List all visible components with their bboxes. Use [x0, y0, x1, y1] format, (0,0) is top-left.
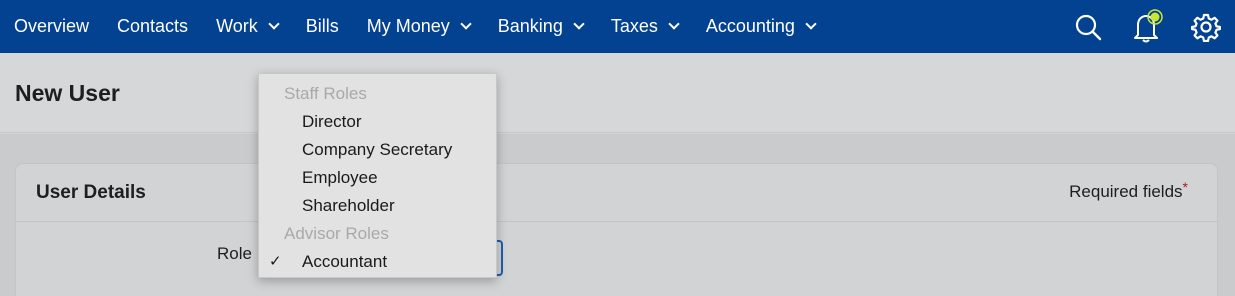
required-fields-note: Required fields* — [1069, 179, 1188, 202]
required-fields-text: Required fields — [1069, 182, 1183, 201]
chevron-down-icon — [668, 18, 680, 30]
nav-item-label: Accounting — [705, 16, 795, 36]
nav-item-accounting[interactable]: Accounting — [692, 0, 829, 53]
checkmark-icon: ✓ — [269, 253, 282, 270]
nav-item-label: Banking — [497, 16, 563, 36]
top-navigation-bar: Overview Contacts Work Bills My Money Ba… — [0, 0, 1235, 53]
nav-item-taxes[interactable]: Taxes — [597, 0, 692, 53]
main-content: User Details Required fields* Role — [0, 134, 1235, 296]
role-dropdown-menu: Staff Roles Director Company Secretary E… — [258, 73, 497, 278]
nav-icon-group — [1058, 0, 1235, 53]
card-header: User Details Required fields* — [16, 164, 1217, 222]
nav-item-work[interactable]: Work — [202, 0, 292, 53]
chevron-down-icon — [573, 18, 585, 30]
notifications-bell-icon[interactable] — [1117, 0, 1176, 53]
option-group-label: Advisor Roles — [284, 224, 389, 243]
option-group-label: Staff Roles — [284, 84, 367, 103]
option-label: Shareholder — [302, 196, 395, 215]
required-asterisk: * — [1182, 179, 1188, 195]
user-details-card: User Details Required fields* Role — [15, 163, 1218, 296]
page-header: New User — [0, 53, 1235, 133]
role-label: Role — [217, 244, 252, 263]
chevron-down-icon — [268, 18, 280, 30]
search-icon[interactable] — [1058, 0, 1117, 53]
role-option-company-secretary[interactable]: Company Secretary — [259, 136, 496, 164]
nav-item-label: Contacts — [117, 16, 189, 36]
nav-item-label: Overview — [14, 16, 90, 36]
settings-gear-icon[interactable] — [1176, 0, 1235, 53]
option-label: Company Secretary — [302, 140, 453, 159]
role-option-accountant[interactable]: ✓ Accountant — [259, 248, 496, 276]
nav-item-label: Bills — [305, 16, 339, 36]
option-label: Director — [302, 112, 362, 131]
nav-item-banking[interactable]: Banking — [484, 0, 597, 53]
nav-item-overview[interactable]: Overview — [0, 0, 103, 53]
option-label: Employee — [302, 168, 378, 187]
role-option-shareholder[interactable]: Shareholder — [259, 192, 496, 220]
role-option-director[interactable]: Director — [259, 108, 496, 136]
option-label: Accountant — [302, 252, 388, 271]
nav-item-label: Taxes — [610, 16, 658, 36]
chevron-down-icon — [460, 18, 472, 30]
nav-item-label: My Money — [366, 16, 450, 36]
nav-item-bills[interactable]: Bills — [292, 0, 353, 53]
card-title: User Details — [36, 182, 146, 203]
nav-item-contacts[interactable]: Contacts — [103, 0, 202, 53]
role-option-employee[interactable]: Employee — [259, 164, 496, 192]
page-title: New User — [15, 80, 120, 106]
chevron-down-icon — [805, 18, 817, 30]
nav-item-my-money[interactable]: My Money — [353, 0, 484, 53]
nav-item-label: Work — [216, 16, 258, 36]
